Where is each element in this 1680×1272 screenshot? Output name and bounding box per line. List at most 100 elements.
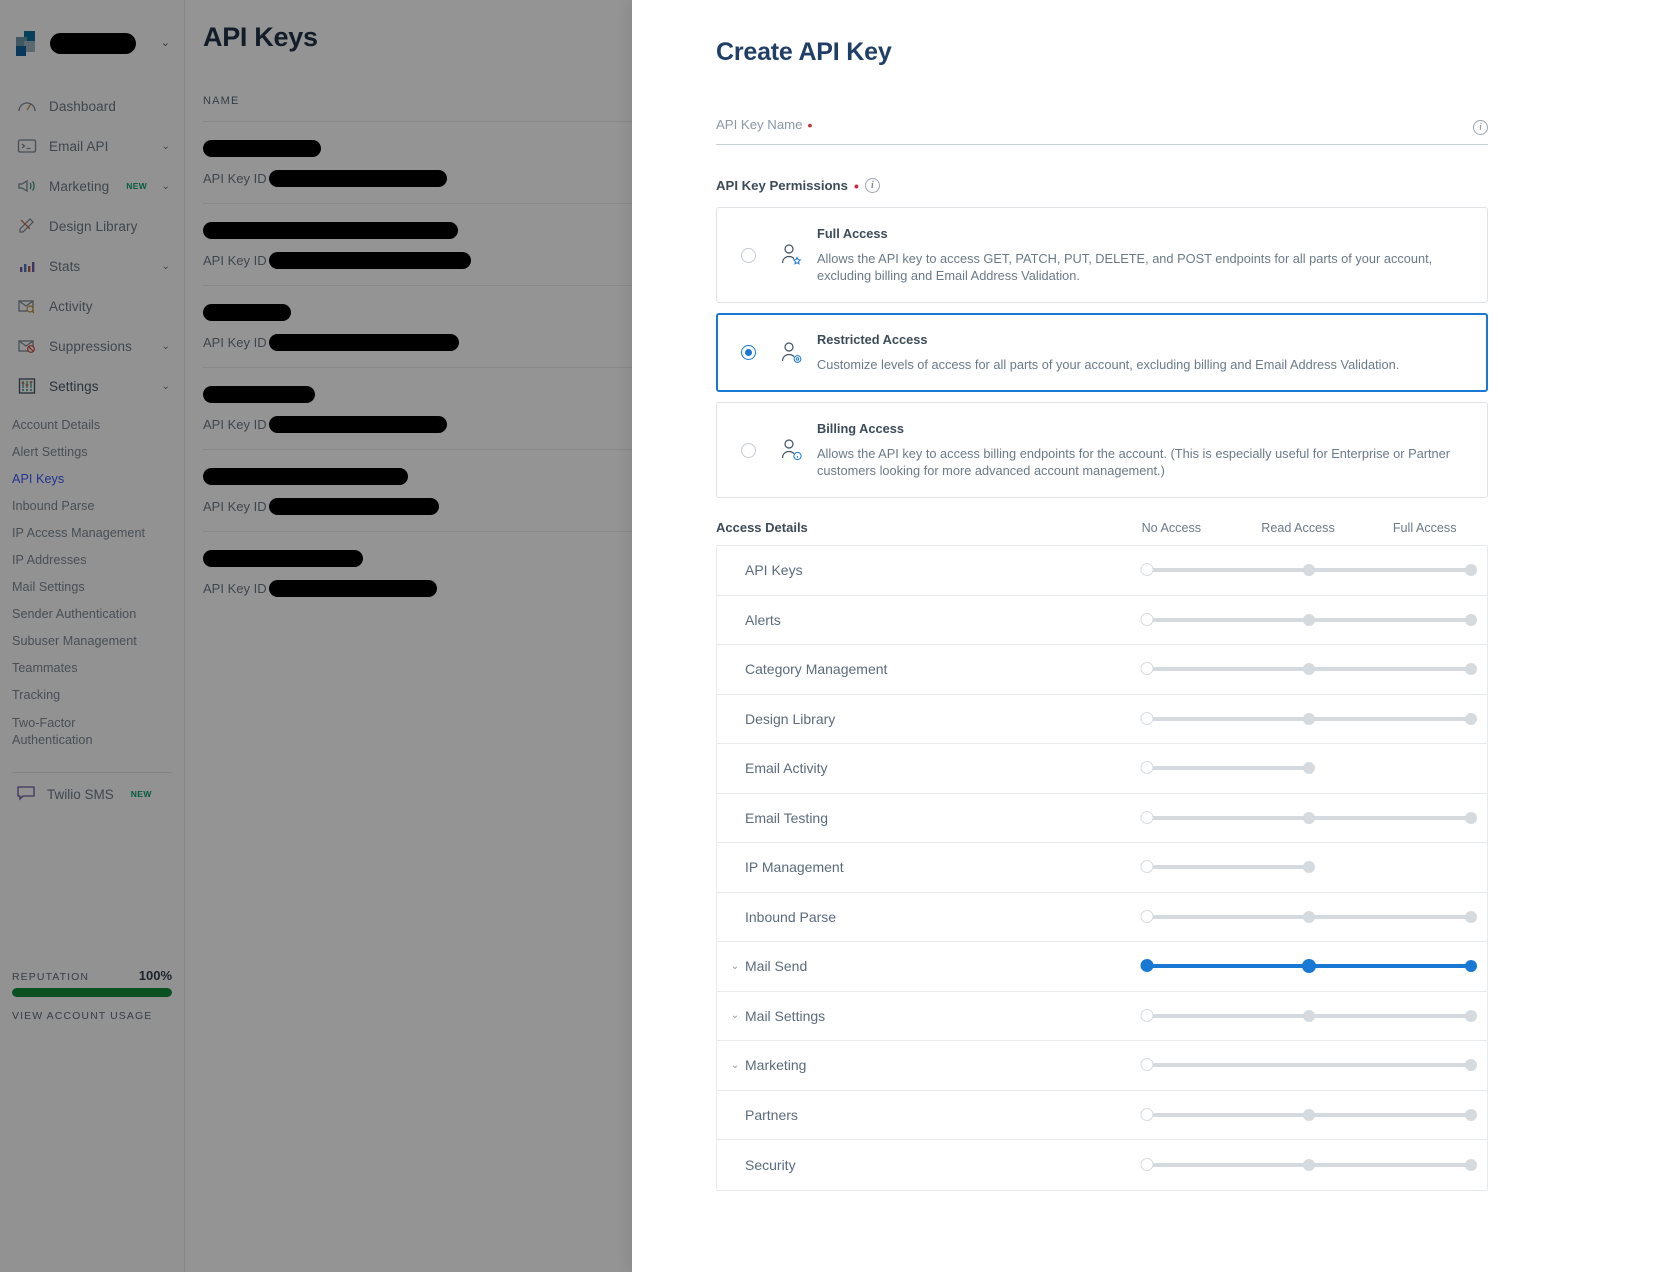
api-key-name-redacted bbox=[203, 386, 315, 404]
slider-knob-full-access[interactable] bbox=[1465, 910, 1477, 923]
api-key-name-input[interactable] bbox=[716, 120, 1488, 145]
slider-knob-read-access[interactable] bbox=[1303, 613, 1315, 626]
slider-knob-full-access[interactable] bbox=[1465, 1009, 1477, 1022]
subnav-item-account-details[interactable]: Account Details bbox=[12, 412, 184, 439]
subnav-item-teammates[interactable]: Teammates bbox=[12, 655, 184, 682]
slider-knob-read-access[interactable] bbox=[1303, 712, 1315, 725]
permission-option-full-access[interactable]: Full Access Allows the API key to access… bbox=[716, 207, 1488, 304]
slider-knob-full-access[interactable] bbox=[1465, 1158, 1477, 1171]
slider-knob-no-access[interactable] bbox=[1140, 662, 1154, 676]
access-level-slider[interactable] bbox=[1140, 1107, 1477, 1123]
access-level-slider[interactable] bbox=[1140, 859, 1471, 875]
subnav-item-subuser-management[interactable]: Subuser Management bbox=[12, 628, 184, 655]
access-level-slider[interactable] bbox=[1140, 661, 1477, 677]
access-level-slider[interactable] bbox=[1140, 562, 1477, 578]
info-icon[interactable]: i bbox=[1473, 117, 1488, 135]
subnav-item-ip-access-management[interactable]: IP Access Management bbox=[12, 520, 184, 547]
access-details-row[interactable]: ⌄ Marketing bbox=[717, 1041, 1487, 1091]
slider-knob-no-access[interactable] bbox=[1140, 1058, 1154, 1072]
slider-knob-no-access[interactable] bbox=[1140, 563, 1154, 577]
sidebar-item-design-library[interactable]: Design Library bbox=[0, 206, 184, 246]
slider-knob-full-access[interactable] bbox=[1465, 1059, 1477, 1072]
access-details-row[interactable]: Email Testing bbox=[717, 794, 1487, 844]
slider-knob-read-access[interactable] bbox=[1303, 910, 1315, 923]
access-level-slider[interactable] bbox=[1140, 711, 1477, 727]
radio-restricted-access[interactable] bbox=[731, 345, 765, 361]
access-level-slider[interactable] bbox=[1140, 958, 1477, 974]
access-level-slider[interactable] bbox=[1140, 909, 1477, 925]
sidebar-item-suppressions[interactable]: Suppressions ⌄ bbox=[0, 326, 184, 366]
sidebar-item-marketing[interactable]: Marketing NEW ⌄ bbox=[0, 166, 184, 206]
sidebar-item-settings[interactable]: Settings ⌄ bbox=[0, 366, 184, 406]
subnav-item-mail-settings[interactable]: Mail Settings bbox=[12, 574, 184, 601]
access-details-row[interactable]: Email Activity bbox=[717, 744, 1487, 794]
slider-knob-full-access[interactable] bbox=[1465, 712, 1477, 725]
slider-knob-full-access[interactable] bbox=[1465, 811, 1477, 824]
slider-knob-no-access[interactable] bbox=[1140, 1107, 1154, 1121]
permission-option-restricted-access[interactable]: Restricted Access Customize levels of ac… bbox=[716, 313, 1488, 393]
access-details-row[interactable]: API Keys bbox=[717, 546, 1487, 596]
subnav-item-sender-authentication[interactable]: Sender Authentication bbox=[12, 601, 184, 628]
access-details-row[interactable]: IP Management bbox=[717, 843, 1487, 893]
slider-knob-no-access[interactable] bbox=[1140, 711, 1154, 725]
slider-knob-no-access[interactable] bbox=[1140, 761, 1154, 775]
subnav-item-alert-settings[interactable]: Alert Settings bbox=[12, 439, 184, 466]
slider-knob-full-access[interactable] bbox=[1465, 960, 1477, 973]
sidebar-item-stats[interactable]: Stats ⌄ bbox=[0, 246, 184, 286]
slider-knob-read-access[interactable] bbox=[1303, 1108, 1315, 1121]
slider-knob-no-access[interactable] bbox=[1140, 959, 1154, 973]
chevron-down-icon[interactable]: ⌄ bbox=[725, 1010, 745, 1021]
radio-billing-access[interactable] bbox=[731, 442, 765, 458]
slider-knob-read-access[interactable] bbox=[1303, 1009, 1315, 1022]
subnav-item-tracking[interactable]: Tracking bbox=[12, 682, 184, 709]
subnav-item-api-keys[interactable]: API Keys bbox=[12, 466, 184, 493]
slider-knob-read-access[interactable] bbox=[1303, 663, 1315, 676]
subnav-item-ip-addresses[interactable]: IP Addresses bbox=[12, 547, 184, 574]
slider-knob-read-access[interactable] bbox=[1303, 1158, 1315, 1171]
slider-knob-read-access[interactable] bbox=[1303, 811, 1315, 824]
sidebar-item-email-api[interactable]: Email API ⌄ bbox=[0, 126, 184, 166]
slider-knob-read-access[interactable] bbox=[1303, 762, 1315, 775]
subnav-item-inbound-parse[interactable]: Inbound Parse bbox=[12, 493, 184, 520]
radio-full-access[interactable] bbox=[731, 247, 765, 263]
slider-knob-no-access[interactable] bbox=[1140, 1008, 1154, 1022]
slider-knob-no-access[interactable] bbox=[1140, 1157, 1154, 1171]
slider-knob-full-access[interactable] bbox=[1465, 613, 1477, 626]
subnav-item-two-factor-authentication[interactable]: Two-Factor Authentication bbox=[12, 709, 132, 756]
slider-knob-no-access[interactable] bbox=[1140, 860, 1154, 874]
chevron-down-icon[interactable]: ⌄ bbox=[725, 961, 745, 972]
envelope-block-icon bbox=[16, 338, 38, 354]
slider-knob-read-access[interactable] bbox=[1303, 564, 1315, 577]
slider-knob-full-access[interactable] bbox=[1465, 1108, 1477, 1121]
permission-option-billing-access[interactable]: Billing Access Allows the API key to acc… bbox=[716, 402, 1488, 499]
access-details-row[interactable]: Alerts bbox=[717, 596, 1487, 646]
slider-knob-no-access[interactable] bbox=[1140, 612, 1154, 626]
chevron-down-icon[interactable]: ⌄ bbox=[725, 1060, 745, 1071]
info-icon[interactable]: i bbox=[864, 178, 880, 193]
view-account-usage-link[interactable]: VIEW ACCOUNT USAGE bbox=[12, 1010, 172, 1022]
access-details-row[interactable]: Partners bbox=[717, 1091, 1487, 1141]
api-key-id-label: API Key ID bbox=[203, 253, 267, 268]
access-level-slider[interactable] bbox=[1140, 1008, 1477, 1024]
sidebar-item-twilio-sms[interactable]: Twilio SMS NEW bbox=[0, 773, 184, 815]
slider-knob-full-access[interactable] bbox=[1465, 663, 1477, 676]
access-details-row[interactable]: Security bbox=[717, 1140, 1487, 1190]
slider-knob-no-access[interactable] bbox=[1140, 810, 1154, 824]
access-details-row[interactable]: ⌄ Mail Send bbox=[717, 942, 1487, 992]
access-level-slider[interactable] bbox=[1140, 760, 1471, 776]
sidebar-item-dashboard[interactable]: Dashboard bbox=[0, 86, 184, 126]
slider-knob-no-access[interactable] bbox=[1140, 909, 1154, 923]
slider-knob-full-access[interactable] bbox=[1465, 564, 1477, 577]
access-level-slider[interactable] bbox=[1140, 612, 1477, 628]
access-level-slider[interactable] bbox=[1140, 1157, 1477, 1173]
access-level-slider[interactable] bbox=[1140, 810, 1477, 826]
slider-knob-read-access[interactable] bbox=[1302, 959, 1316, 974]
brand-account-switcher[interactable]: ⌄ bbox=[0, 26, 184, 60]
sidebar-item-activity[interactable]: Activity bbox=[0, 286, 184, 326]
access-details-row[interactable]: Design Library bbox=[717, 695, 1487, 745]
access-details-row[interactable]: Category Management bbox=[717, 645, 1487, 695]
slider-knob-read-access[interactable] bbox=[1303, 861, 1315, 874]
access-details-row[interactable]: ⌄ Mail Settings bbox=[717, 992, 1487, 1042]
access-details-row[interactable]: Inbound Parse bbox=[717, 893, 1487, 943]
access-level-slider[interactable] bbox=[1140, 1057, 1477, 1073]
